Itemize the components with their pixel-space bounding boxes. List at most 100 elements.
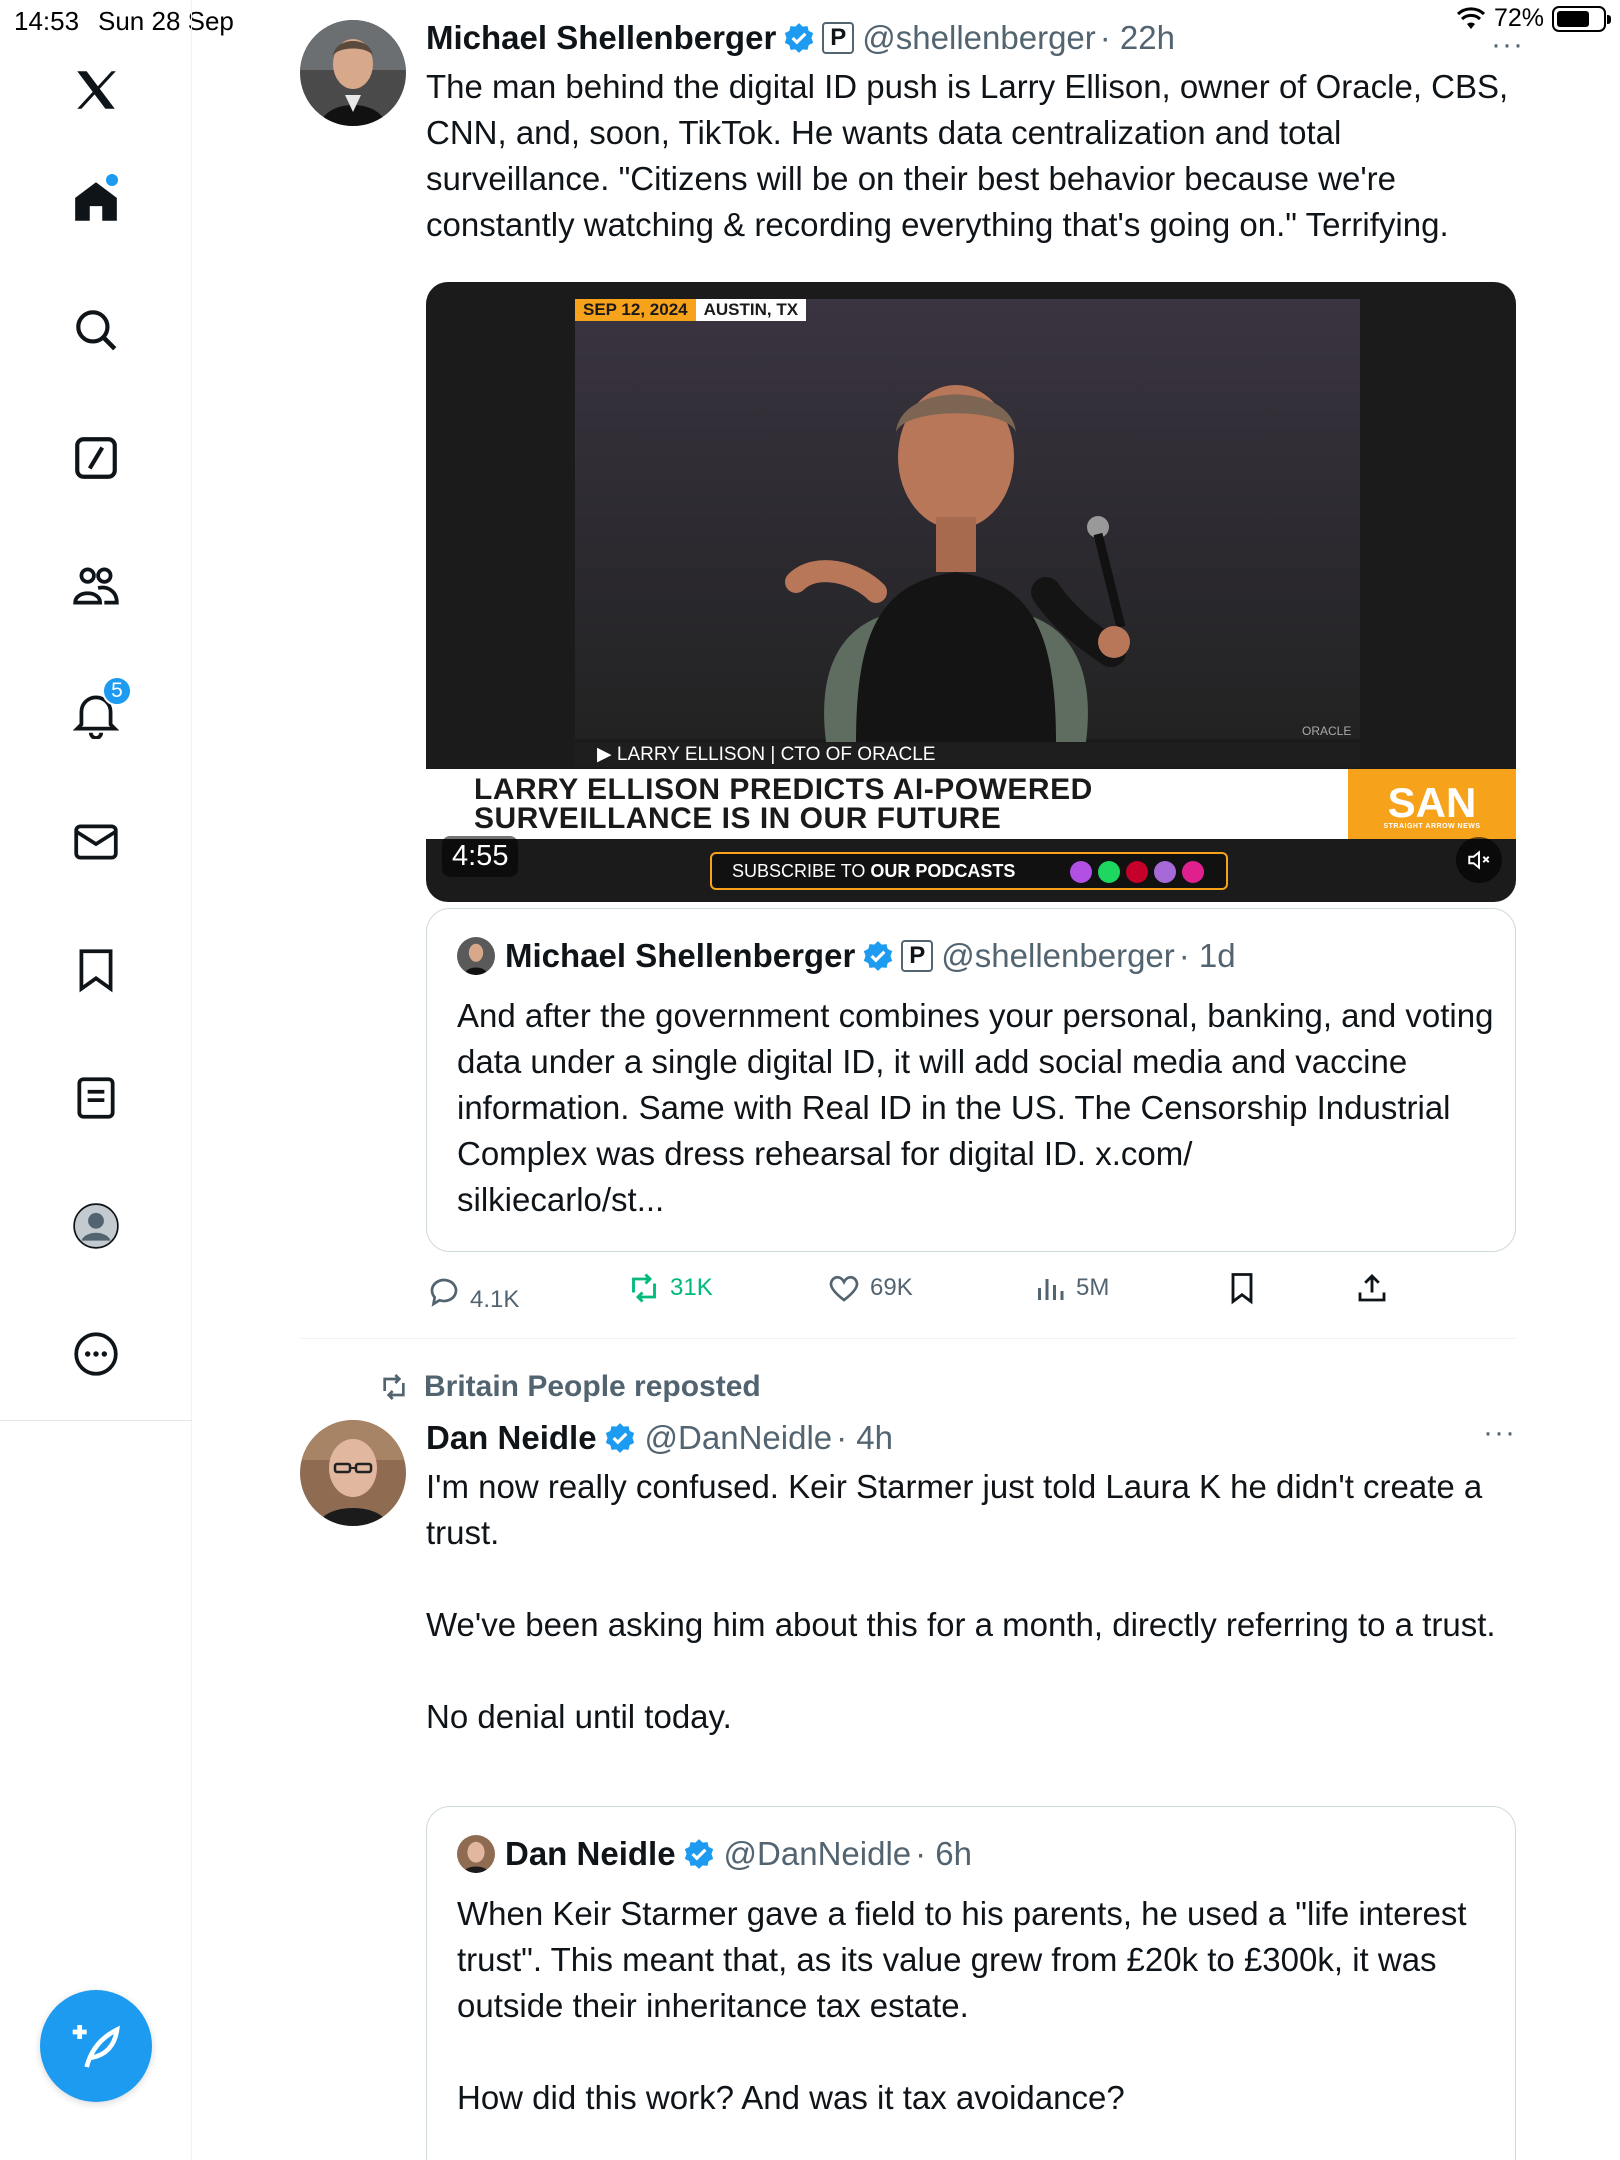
repost-count: 31K xyxy=(670,1274,713,1301)
tweet-body: Michael Shellenberger P @shellenberger ·… xyxy=(426,16,1523,248)
video-watermark: ORACLE xyxy=(1302,724,1352,738)
nav-grok[interactable] xyxy=(56,418,136,498)
quoted-tweet-text: And after the government combines your p… xyxy=(457,997,1494,1218)
tweet-header: Michael Shellenberger P @shellenberger ·… xyxy=(426,16,1516,60)
quoted-author-name: Michael Shellenberger xyxy=(505,937,856,974)
avatar[interactable] xyxy=(300,20,406,126)
reply-count: 4.1K xyxy=(470,1286,520,1313)
mute-button[interactable] xyxy=(1456,837,1502,883)
speaker-figure xyxy=(785,385,1130,742)
like-button[interactable]: 69K xyxy=(826,1270,913,1306)
tweet-body: Dan Neidle @DanNeidle · 4h ··· I'm now r… xyxy=(426,1416,1516,1740)
tweet-separator xyxy=(300,1338,1516,1339)
repost-icon xyxy=(632,1273,656,1303)
nav-bookmarks[interactable] xyxy=(56,930,136,1010)
sidebar: 5 xyxy=(0,0,192,2160)
repost-indicator[interactable]: Britain People reposted xyxy=(378,1370,761,1404)
nav-lists[interactable] xyxy=(56,1058,136,1138)
podcast-bold: OUR PODCASTS xyxy=(870,861,1016,881)
video-duration: 4:55 xyxy=(442,836,519,877)
headline-line-2: SURVEILLANCE IS IN OUR FUTURE xyxy=(474,802,1002,835)
share-button[interactable] xyxy=(1354,1270,1390,1306)
quoted-author-name: Dan Neidle xyxy=(505,1835,676,1872)
x-logo-icon xyxy=(77,71,116,109)
pandora-icon xyxy=(1182,861,1204,883)
tweet-actions: 4.1K 31K 69K 5M xyxy=(426,1270,1516,1320)
views-chart-icon xyxy=(1038,1279,1064,1300)
verified-badge-icon xyxy=(785,23,814,53)
video-location: AUSTIN, TX xyxy=(695,299,807,321)
tweet-header: Dan Neidle @DanNeidle · 4h xyxy=(426,1416,1516,1460)
repost-icon xyxy=(383,1374,405,1400)
podcast-platform-icons xyxy=(1070,861,1204,883)
video-player[interactable]: SEP 12, 2024 AUSTIN, TX ORACLE ▶ LARRY E… xyxy=(426,282,1516,902)
nav-messages[interactable] xyxy=(56,802,136,882)
quoted-tweet[interactable]: Michael Shellenberger P @shellenberger ·… xyxy=(426,908,1516,1252)
bookmark-button[interactable] xyxy=(1224,1270,1260,1306)
quoted-time: · 1d xyxy=(1178,937,1236,974)
nav-more[interactable] xyxy=(56,1314,136,1394)
video-date: SEP 12, 2024 xyxy=(575,299,696,321)
author-name[interactable]: Dan Neidle xyxy=(426,1419,597,1457)
music-icon xyxy=(1154,861,1176,883)
tweet-time[interactable]: · 4h xyxy=(836,1419,893,1457)
more-circle-icon xyxy=(74,1332,118,1376)
affiliate-badge: P xyxy=(901,940,934,972)
share-icon xyxy=(1358,1273,1386,1302)
podcast-prefix: SUBSCRIBE TO xyxy=(732,861,871,881)
quoted-tweet-header: Michael Shellenberger P @shellenberger ·… xyxy=(457,937,1236,975)
quoted-time: · 6h xyxy=(915,1835,973,1872)
spotify-icon xyxy=(1098,861,1120,883)
grok-icon xyxy=(75,437,117,479)
quoted-tweet-text: When Keir Starmer gave a field to his pa… xyxy=(457,1895,1467,2116)
avatar-danneidle xyxy=(300,1420,406,1526)
speaker-muted-icon xyxy=(1468,850,1490,870)
bookmark-icon xyxy=(1231,1273,1253,1305)
communities-icon xyxy=(73,567,119,605)
tweet-time[interactable]: · 22h xyxy=(1100,19,1175,57)
quoted-tweet[interactable]: Dan Neidle @DanNeidle · 6h When Keir Sta… xyxy=(426,1806,1516,2160)
notification-badge: 5 xyxy=(102,676,132,706)
x-logo[interactable] xyxy=(56,50,136,130)
nav-search[interactable] xyxy=(56,290,136,370)
bookmark-icon xyxy=(79,949,113,993)
san-logo-subtitle: STRAIGHT ARROW NEWS xyxy=(1383,822,1481,830)
profile-avatar-icon xyxy=(73,1203,119,1249)
tweet-text: The man behind the digital ID push is La… xyxy=(426,68,1518,243)
video-headline-bar: LARRY ELLISON PREDICTS AI-POWERED SURVEI… xyxy=(426,769,1516,839)
repost-by-text: Britain People reposted xyxy=(424,1370,761,1403)
iheart-icon xyxy=(1126,861,1148,883)
san-logo: SAN STRAIGHT ARROW NEWS xyxy=(1348,769,1516,839)
san-logo-text: SAN xyxy=(1387,778,1477,826)
avatar-shellenberger xyxy=(300,20,406,126)
video-date-tag: SEP 12, 2024 AUSTIN, TX xyxy=(575,299,807,321)
compose-post-button[interactable] xyxy=(40,1990,152,2102)
author-handle[interactable]: @DanNeidle xyxy=(645,1419,833,1457)
podcast-icon xyxy=(1070,861,1092,883)
affiliate-badge: P xyxy=(822,22,855,54)
like-count: 69K xyxy=(870,1274,913,1301)
author-handle[interactable]: @shellenberger xyxy=(862,19,1095,57)
verified-badge-icon xyxy=(864,941,893,971)
author-name[interactable]: Michael Shellenberger xyxy=(426,19,776,57)
more-options-button[interactable]: ··· xyxy=(1483,1416,1516,1450)
heart-icon xyxy=(829,1275,859,1302)
video-speaker-caption: ▶ LARRY ELLISON | CTO OF ORACLE xyxy=(575,743,1360,767)
headline-line-1: LARRY ELLISON PREDICTS AI-POWERED xyxy=(474,773,1093,806)
nav-notifications[interactable]: 5 xyxy=(56,674,136,754)
quoted-author-handle: @DanNeidle xyxy=(723,1835,912,1872)
verified-badge-icon xyxy=(605,1423,634,1453)
nav-communities[interactable] xyxy=(56,546,136,626)
nav-profile[interactable] xyxy=(56,1186,136,1266)
views-button[interactable]: 5M xyxy=(1032,1270,1109,1306)
nav-home[interactable] xyxy=(56,162,136,242)
reply-button[interactable]: 4.1K xyxy=(426,1270,519,1314)
podcast-banner: SUBSCRIBE TO OUR PODCASTS xyxy=(710,852,1228,890)
repost-button[interactable]: 31K xyxy=(626,1270,713,1306)
avatar[interactable] xyxy=(300,1420,406,1526)
quoted-avatar xyxy=(457,1835,495,1873)
more-options-button[interactable]: ··· xyxy=(1491,28,1524,62)
battery-fill xyxy=(1557,10,1589,27)
reply-icon xyxy=(430,1278,458,1307)
quoted-tweet-header: Dan Neidle @DanNeidle · 6h xyxy=(457,1835,972,1873)
